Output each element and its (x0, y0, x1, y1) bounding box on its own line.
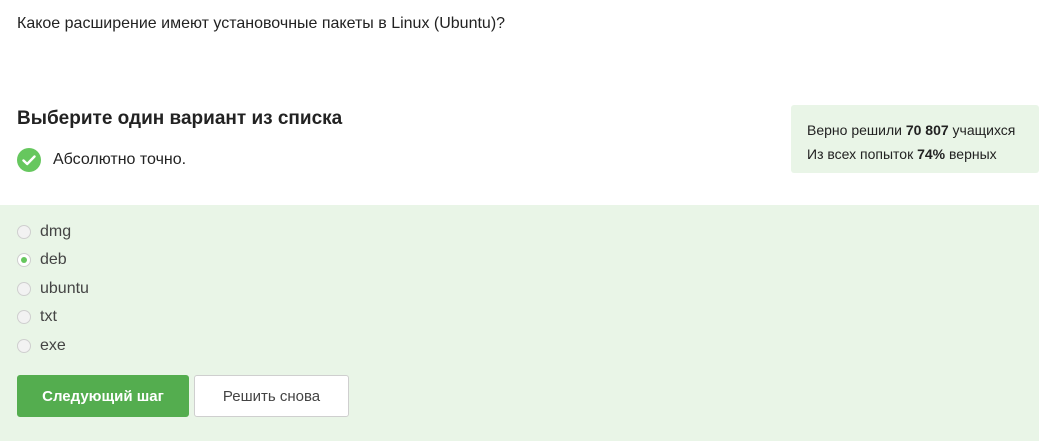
option-exe[interactable]: exe (17, 336, 66, 356)
option-label: exe (40, 337, 66, 354)
option-deb[interactable]: deb (17, 250, 67, 270)
stats-solved-prefix: Верно решили (807, 122, 906, 138)
stats-attempts: Из всех попыток 74% верных (807, 142, 1039, 166)
option-ubuntu[interactable]: ubuntu (17, 279, 89, 299)
radio-button[interactable] (17, 339, 31, 353)
radio-button[interactable] (17, 282, 31, 296)
solve-again-button[interactable]: Решить снова (194, 375, 349, 417)
section-title: Выберите один вариант из списка (17, 108, 343, 129)
question-text: Какое расширение имеют установочные паке… (17, 15, 506, 32)
stats-solved: Верно решили 70 807 учащихся (807, 118, 1039, 142)
radio-button[interactable] (17, 225, 31, 239)
stats-solved-count: 70 807 (905, 122, 949, 138)
step-page: Какое расширение имеют установочные паке… (0, 0, 1039, 441)
option-label: deb (40, 251, 67, 268)
feedback-text: Абсолютно точно. (53, 151, 187, 168)
stats-box: Верно решили 70 807 учащихся Из всех поп… (791, 105, 1039, 173)
option-txt[interactable]: txt (17, 307, 57, 327)
radio-button[interactable] (17, 310, 31, 324)
radio-button-selected[interactable] (17, 253, 31, 267)
option-label: dmg (40, 223, 72, 240)
check-circle-icon (17, 148, 41, 172)
feedback-row: Абсолютно точно. (17, 148, 186, 172)
radio-dot (21, 257, 27, 263)
stats-attempts-prefix: Из всех попыток (807, 146, 918, 162)
stats-solved-suffix: учащихся (948, 122, 1016, 138)
next-step-button[interactable]: Следующий шаг (17, 375, 189, 417)
option-label: txt (40, 308, 57, 325)
option-dmg[interactable]: dmg (17, 222, 71, 242)
stats-attempts-suffix: верных (945, 146, 997, 162)
option-label: ubuntu (40, 280, 89, 297)
stats-attempts-percent: 74% (917, 146, 946, 162)
